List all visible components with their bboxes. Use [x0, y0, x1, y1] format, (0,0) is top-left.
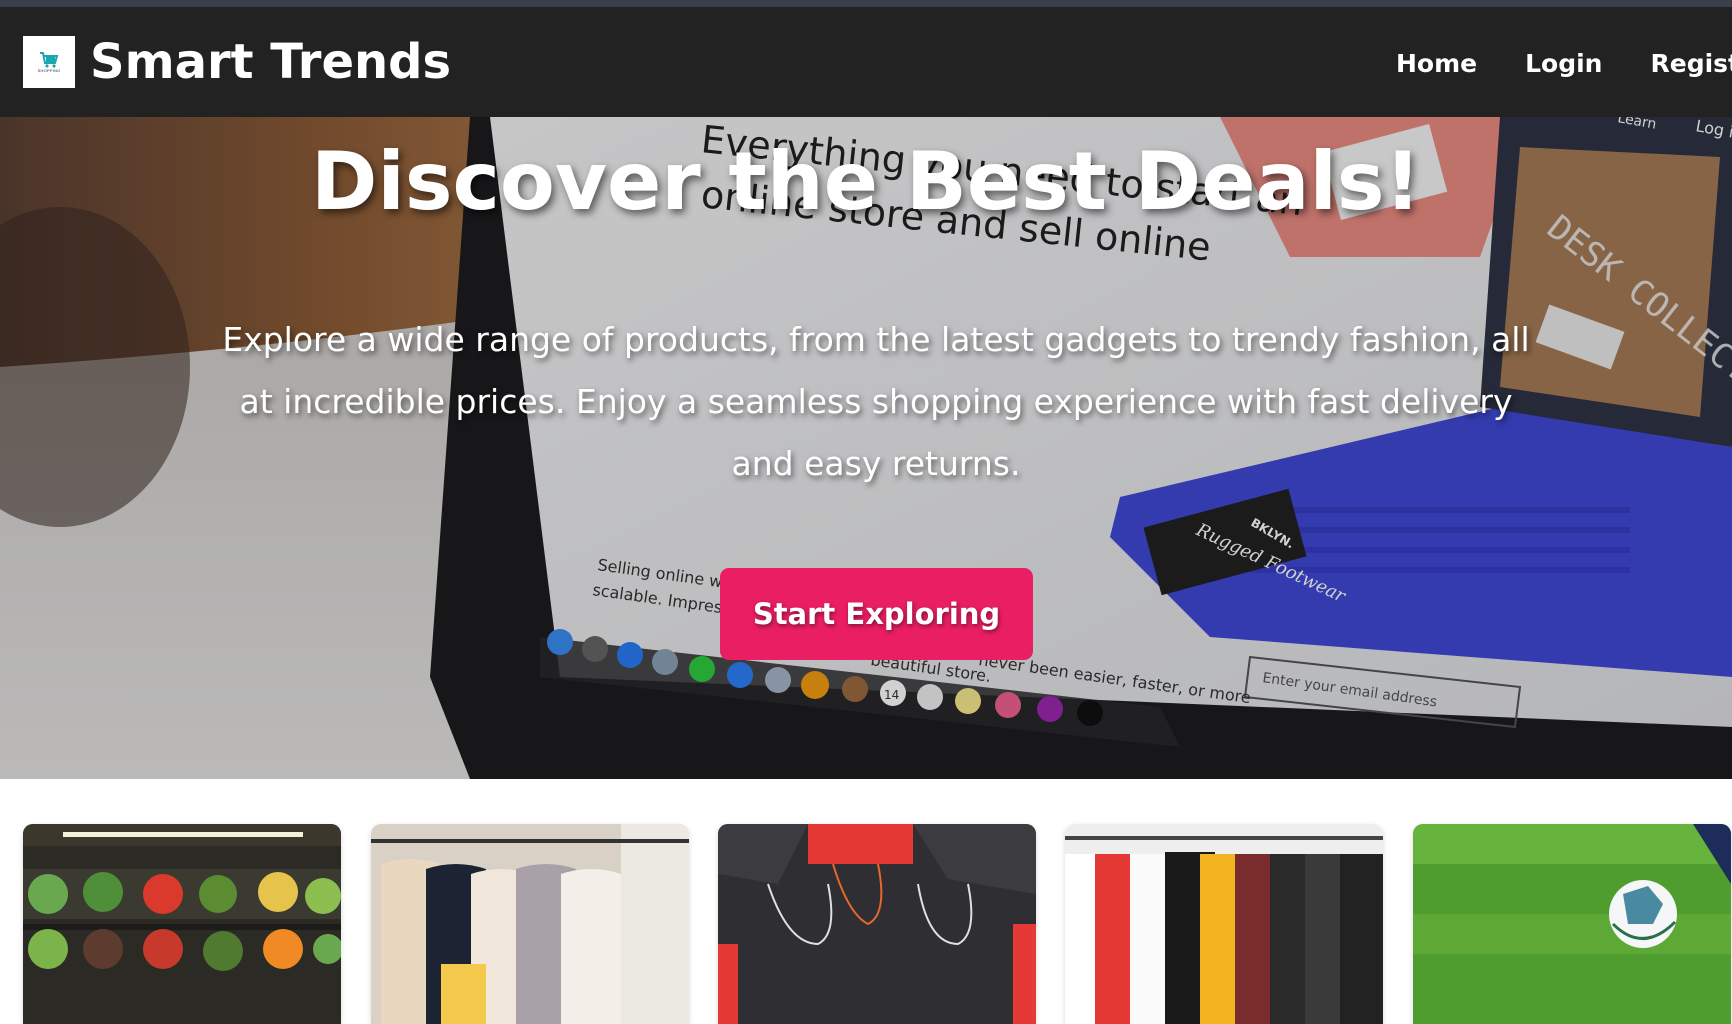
vegetable-shelf-image: [23, 824, 341, 1024]
navbar: SHOPPING Smart Trends Home Login Registe…: [0, 7, 1732, 117]
brand-name: Smart Trends: [90, 34, 452, 90]
soccer-ball-field-image: [1413, 824, 1731, 1024]
hero-section: Everything you need to start an online s…: [0, 117, 1732, 779]
category-cards: [0, 779, 1732, 1024]
clothing-rack-image: [371, 824, 689, 1024]
groceries-card[interactable]: [23, 824, 341, 1024]
nav-links: Home Login Register: [1396, 49, 1732, 78]
brand-link[interactable]: SHOPPING Smart Trends: [23, 36, 451, 88]
shopping-cart-icon: [40, 51, 59, 68]
shopping-bags-image: [718, 824, 1036, 1024]
nav-login-link[interactable]: Login: [1525, 49, 1602, 78]
sports-card[interactable]: [1413, 824, 1731, 1024]
hanging-shirts-image: [1065, 824, 1383, 1024]
start-exploring-button[interactable]: Start Exploring: [720, 568, 1033, 660]
brand-logo: SHOPPING: [23, 36, 75, 88]
hero-title: Discover the Best Deals!: [311, 135, 1421, 228]
hero-description: Explore a wide range of products, from t…: [222, 320, 1530, 483]
shirts-card[interactable]: [1065, 824, 1383, 1024]
shopping-bags-card[interactable]: [718, 824, 1036, 1024]
brand-logo-text: SHOPPING: [37, 67, 61, 73]
nav-register-link[interactable]: Register: [1650, 49, 1732, 78]
top-window-strip: [0, 0, 1732, 7]
nav-home-link[interactable]: Home: [1396, 49, 1477, 78]
clothing-rack-card[interactable]: [371, 824, 689, 1024]
